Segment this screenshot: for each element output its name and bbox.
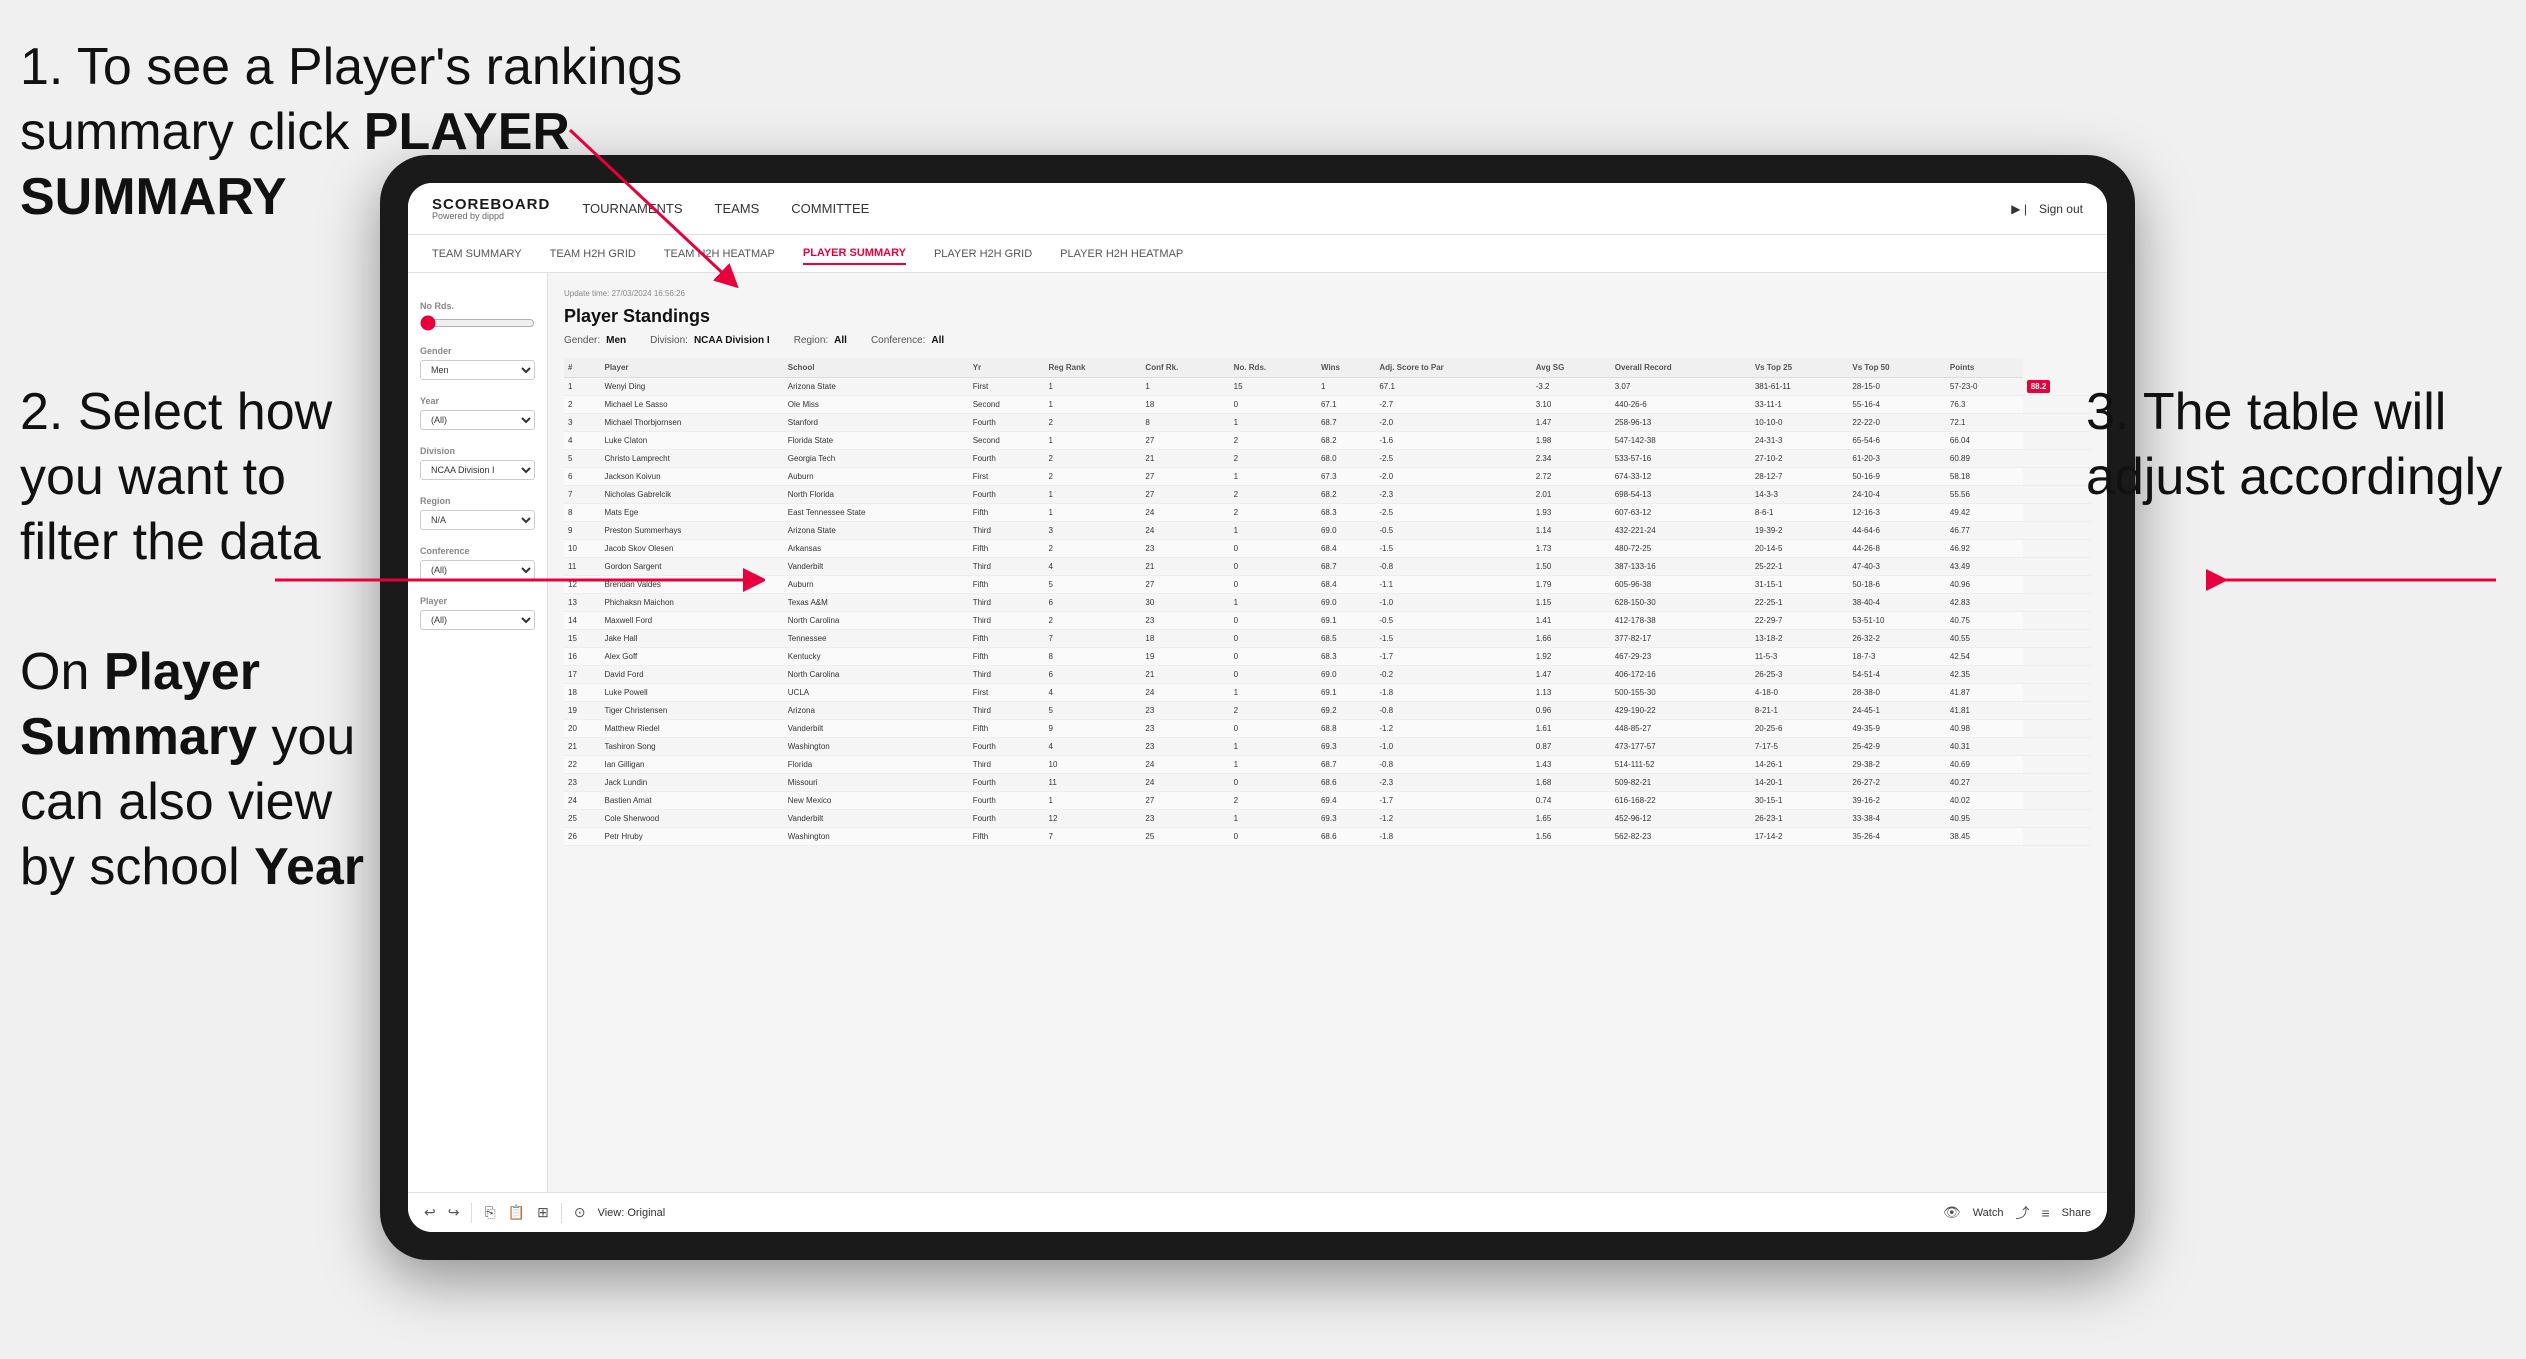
col-player: Player bbox=[600, 358, 783, 378]
arrow-step2 bbox=[265, 530, 765, 650]
toolbar-right: 👁 Watch ⤴ ≡ Share bbox=[1943, 1203, 2091, 1223]
year-select[interactable]: (All) First Second Third Fourth Fifth bbox=[420, 410, 535, 430]
region-filter: Region: All bbox=[794, 335, 847, 346]
col-reg-rank: Reg Rank bbox=[1045, 358, 1142, 378]
table-header-row: # Player School Yr Reg Rank Conf Rk. No.… bbox=[564, 358, 2091, 378]
gender-select[interactable]: Men Women bbox=[420, 360, 535, 380]
subnav-player-summary[interactable]: PLAYER SUMMARY bbox=[803, 243, 906, 265]
table-row: 7Nicholas GabrelcikNorth FloridaFourth12… bbox=[564, 486, 2091, 504]
paste-icon[interactable]: 📋 bbox=[508, 1204, 525, 1221]
nav-icon: ▶ | bbox=[2011, 202, 2027, 216]
annotation-bottom: On Player Summary you can also view by s… bbox=[20, 640, 380, 900]
table-row: 16Alex GoffKentuckyFifth819068.3-1.71.92… bbox=[564, 648, 2091, 666]
col-adj-score: Adj. Score to Par bbox=[1375, 358, 1531, 378]
table-row: 8Mats EgeEast Tennessee StateFifth124268… bbox=[564, 504, 2091, 522]
year-label: Year bbox=[420, 396, 535, 406]
main-content: No Rds. Gender Men Women Year (All) Firs… bbox=[408, 273, 2107, 1192]
filters-row: Gender: Men Division: NCAA Division I Re… bbox=[564, 335, 2091, 346]
update-time: Update time: 27/03/2024 16:56:26 bbox=[564, 289, 2091, 298]
table-row: 20Matthew RiedelVanderbiltFifth923068.8-… bbox=[564, 720, 2091, 738]
table-row: 19Tiger ChristensenArizonaThird523269.2-… bbox=[564, 702, 2091, 720]
table-row: 5Christo LamprechtGeorgia TechFourth2212… bbox=[564, 450, 2091, 468]
table-row: 26Petr HrubyWashingtonFifth725068.6-1.81… bbox=[564, 828, 2091, 846]
table-row: 4Luke ClatonFlorida StateSecond127268.2-… bbox=[564, 432, 2091, 450]
table-row: 6Jackson KoivunAuburnFirst227167.3-2.02.… bbox=[564, 468, 2091, 486]
table-title: Player Standings bbox=[564, 306, 2091, 327]
table-row: 23Jack LundinMissouriFourth1124068.6-2.3… bbox=[564, 774, 2091, 792]
tablet-screen: SCOREBOARD Powered by dippd TOURNAMENTS … bbox=[408, 183, 2107, 1232]
tablet-device: SCOREBOARD Powered by dippd TOURNAMENTS … bbox=[380, 155, 2135, 1260]
table-row: 18Luke PowellUCLAFirst424169.1-1.81.1350… bbox=[564, 684, 2091, 702]
col-school: School bbox=[784, 358, 969, 378]
table-row: 1Wenyi DingArizona StateFirst1115167.1-3… bbox=[564, 378, 2091, 396]
standings-table: # Player School Yr Reg Rank Conf Rk. No.… bbox=[564, 358, 2091, 846]
chart-icon[interactable]: ≡ bbox=[2041, 1205, 2049, 1221]
table-header-section: Update time: 27/03/2024 16:56:26 Player … bbox=[564, 289, 2091, 346]
gender-filter: Gender: Men bbox=[564, 335, 626, 346]
table-row: 13Phichaksn MaichonTexas A&MThird630169.… bbox=[564, 594, 2091, 612]
arrow-step1 bbox=[350, 120, 770, 320]
conference-filter: Conference: All bbox=[871, 335, 944, 346]
col-no-rds: No. Rds. bbox=[1230, 358, 1317, 378]
nav-item-committee[interactable]: COMMITTEE bbox=[791, 197, 869, 220]
undo-icon[interactable]: ↩ bbox=[424, 1204, 436, 1221]
nav-right: ▶ | Sign out bbox=[2011, 202, 2083, 216]
table-row: 12Brendan ValdesAuburnFifth527068.4-1.11… bbox=[564, 576, 2091, 594]
eye-icon: 👁 bbox=[1943, 1204, 1961, 1221]
division-select[interactable]: NCAA Division I NCAA Division II NCAA Di… bbox=[420, 460, 535, 480]
grid-icon[interactable]: ⊞ bbox=[537, 1204, 549, 1221]
region-label: Region bbox=[420, 496, 535, 506]
table-row: 14Maxwell FordNorth CarolinaThird223069.… bbox=[564, 612, 2091, 630]
export-icon[interactable]: ⤴ bbox=[2015, 1203, 2029, 1223]
annotation-step3: 3. The table will adjust accordingly bbox=[2086, 380, 2506, 510]
col-conf-rk: Conf Rk. bbox=[1141, 358, 1229, 378]
col-avg-sg: Avg SG bbox=[1532, 358, 1611, 378]
gender-label: Gender bbox=[420, 346, 535, 356]
division-label: Division bbox=[420, 446, 535, 456]
table-row: 9Preston SummerhaysArizona StateThird324… bbox=[564, 522, 2091, 540]
table-row: 25Cole SherwoodVanderbiltFourth1223169.3… bbox=[564, 810, 2091, 828]
watch-label[interactable]: Watch bbox=[1973, 1207, 2004, 1219]
col-yr: Yr bbox=[969, 358, 1045, 378]
sign-out-button[interactable]: Sign out bbox=[2039, 202, 2083, 216]
clock-icon: ⊙ bbox=[574, 1204, 586, 1221]
share-label[interactable]: Share bbox=[2062, 1207, 2091, 1219]
view-label: View: Original bbox=[598, 1207, 666, 1219]
table-area: Update time: 27/03/2024 16:56:26 Player … bbox=[548, 273, 2107, 1192]
arrow-step3 bbox=[2206, 530, 2506, 650]
subnav-player-h2h-grid[interactable]: PLAYER H2H GRID bbox=[934, 244, 1032, 264]
sidebar: No Rds. Gender Men Women Year (All) Firs… bbox=[408, 273, 548, 1192]
toolbar-divider-2 bbox=[561, 1203, 562, 1223]
table-head: # Player School Yr Reg Rank Conf Rk. No.… bbox=[564, 358, 2091, 378]
table-row: 15Jake HallTennesseeFifth718068.5-1.51.6… bbox=[564, 630, 2091, 648]
col-vs-top50: Vs Top 50 bbox=[1848, 358, 1946, 378]
table-row: 10Jacob Skov OlesenArkansasFifth223068.4… bbox=[564, 540, 2091, 558]
col-rank: # bbox=[564, 358, 600, 378]
region-select[interactable]: N/A All bbox=[420, 510, 535, 530]
toolbar-divider-1 bbox=[471, 1203, 472, 1223]
redo-icon[interactable]: ↪ bbox=[448, 1204, 460, 1221]
table-row: 2Michael Le SassoOle MissSecond118067.1-… bbox=[564, 396, 2091, 414]
col-vs-top25: Vs Top 25 bbox=[1751, 358, 1849, 378]
table-row: 22Ian GilliganFloridaThird1024168.7-0.81… bbox=[564, 756, 2091, 774]
table-row: 11Gordon SargentVanderbiltThird421068.7-… bbox=[564, 558, 2091, 576]
bottom-toolbar: ↩ ↪ ⎘ 📋 ⊞ ⊙ View: Original 👁 Watch ⤴ ≡ S… bbox=[408, 1192, 2107, 1232]
col-overall-record: Overall Record bbox=[1611, 358, 1751, 378]
table-row: 24Bastien AmatNew MexicoFourth127269.4-1… bbox=[564, 792, 2091, 810]
copy-icon[interactable]: ⎘ bbox=[484, 1204, 495, 1221]
col-wins: Wins bbox=[1317, 358, 1375, 378]
col-points: Points bbox=[1946, 358, 2023, 378]
subnav-player-h2h-heatmap[interactable]: PLAYER H2H HEATMAP bbox=[1060, 244, 1183, 264]
table-body: 1Wenyi DingArizona StateFirst1115167.1-3… bbox=[564, 378, 2091, 846]
division-filter: Division: NCAA Division I bbox=[650, 335, 770, 346]
table-row: 3Michael ThorbjornsenStanfordFourth28168… bbox=[564, 414, 2091, 432]
table-row: 21Tashiron SongWashingtonFourth423169.3-… bbox=[564, 738, 2091, 756]
table-row: 17David FordNorth CarolinaThird621069.0-… bbox=[564, 666, 2091, 684]
